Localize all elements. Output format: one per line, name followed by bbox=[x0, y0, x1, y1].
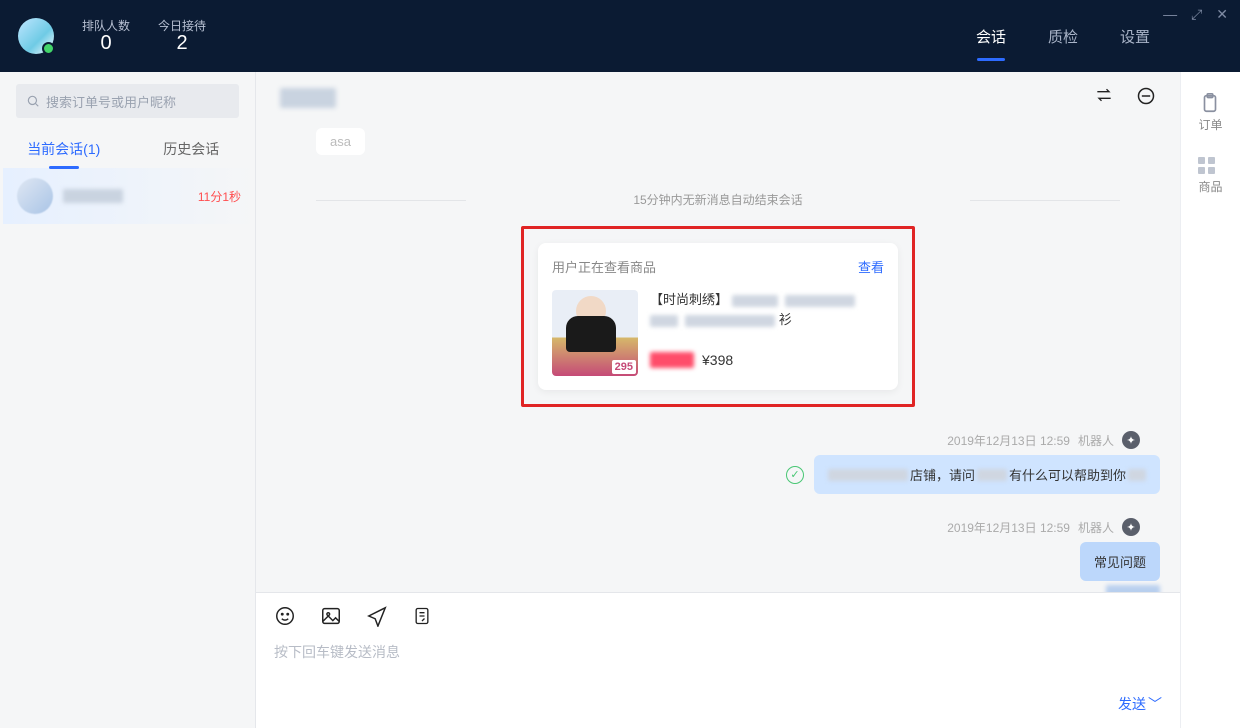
bot-icon: ✦ bbox=[1122, 518, 1140, 536]
sidebar: 搜索订单号或用户昵称 当前会话(1) 历史会话 11分1秒 bbox=[0, 72, 256, 728]
minimize-icon[interactable]: — bbox=[1163, 6, 1177, 23]
tab-chat[interactable]: 会话 bbox=[976, 20, 1006, 53]
product-info: 【时尚刺绣】 衫 ¥398 bbox=[650, 290, 884, 376]
tab-current[interactable]: 当前会话(1) bbox=[0, 130, 128, 168]
send-file-icon[interactable] bbox=[366, 605, 388, 632]
dock-products[interactable]: 商品 bbox=[1198, 157, 1222, 195]
note-icon[interactable] bbox=[412, 605, 432, 632]
chat-panel: asa 15分钟内无新消息自动结束会话 用户正在查看商品 查看 295 bbox=[256, 72, 1180, 728]
message-input[interactable]: 按下回车键发送消息 bbox=[274, 642, 1162, 694]
bot-icon: ✦ bbox=[1122, 431, 1140, 449]
delivered-icon: ✓ bbox=[786, 466, 804, 484]
product-image: 295 bbox=[552, 290, 638, 376]
close-icon[interactable]: ✕ bbox=[1216, 6, 1228, 23]
product-price: ¥398 bbox=[702, 352, 733, 368]
maximize-icon[interactable]: ⤢ bbox=[1191, 6, 1202, 23]
tab-settings[interactable]: 设置 bbox=[1120, 20, 1150, 53]
system-hint: 15分钟内无新消息自动结束会话 bbox=[276, 191, 1160, 208]
faq-bubble[interactable]: 常见问题 bbox=[1080, 542, 1160, 581]
message-meta: 2019年12月13日 12:59 机器人 ✦ bbox=[296, 518, 1140, 536]
composer-toolbar bbox=[274, 605, 1162, 632]
price-tag bbox=[650, 352, 694, 368]
highlight-box: 用户正在查看商品 查看 295 【时尚刺绣】 bbox=[521, 226, 915, 407]
served-value: 2 bbox=[158, 32, 206, 55]
composer: 按下回车键发送消息 发送 ﹀ bbox=[256, 592, 1180, 728]
dock-orders[interactable]: 订单 bbox=[1198, 92, 1222, 133]
conversation-item[interactable]: 11分1秒 bbox=[0, 168, 255, 224]
chevron-down-icon: ﹀ bbox=[1148, 694, 1162, 714]
message-list: asa 15分钟内无新消息自动结束会话 用户正在查看商品 查看 295 bbox=[256, 124, 1180, 592]
chat-header bbox=[256, 72, 1180, 124]
user-message: asa bbox=[316, 128, 365, 155]
tab-history[interactable]: 历史会话 bbox=[128, 130, 256, 168]
send-button[interactable]: 发送 ﹀ bbox=[1118, 694, 1162, 714]
served-stat: 今日接待 2 bbox=[158, 17, 206, 55]
agent-avatar[interactable] bbox=[18, 18, 54, 54]
chat-title bbox=[280, 88, 336, 108]
window-buttons: — ⤢ ✕ bbox=[1163, 6, 1228, 23]
emoji-icon[interactable] bbox=[274, 605, 296, 632]
product-card[interactable]: 用户正在查看商品 查看 295 【时尚刺绣】 bbox=[538, 243, 898, 390]
search-placeholder: 搜索订单号或用户昵称 bbox=[46, 92, 176, 111]
search-input[interactable]: 搜索订单号或用户昵称 bbox=[16, 84, 239, 118]
queue-value: 0 bbox=[82, 32, 130, 55]
card-view-link[interactable]: 查看 bbox=[858, 257, 884, 276]
image-icon[interactable] bbox=[320, 605, 342, 632]
customer-avatar bbox=[17, 178, 53, 214]
bot-greeting: 店铺，请问 有什么可以帮助到你 bbox=[814, 455, 1160, 494]
product-title: 【时尚刺绣】 衫 bbox=[650, 290, 884, 330]
transfer-icon[interactable] bbox=[1094, 86, 1114, 111]
customer-name bbox=[63, 189, 123, 203]
main-tabs: 会话 质检 设置 bbox=[976, 20, 1150, 53]
wait-time: 11分1秒 bbox=[198, 188, 241, 205]
search-icon bbox=[26, 94, 40, 108]
tab-qc[interactable]: 质检 bbox=[1048, 20, 1078, 53]
app-header: 排队人数 0 今日接待 2 会话 质检 设置 — ⤢ ✕ bbox=[0, 0, 1240, 72]
conversation-tabs: 当前会话(1) 历史会话 bbox=[0, 130, 255, 168]
end-session-icon[interactable] bbox=[1136, 86, 1156, 111]
right-dock: 订单 商品 bbox=[1180, 72, 1240, 728]
product-badge: 295 bbox=[612, 360, 636, 374]
queue-stat: 排队人数 0 bbox=[82, 17, 130, 55]
message-meta: 2019年12月13日 12:59 机器人 ✦ bbox=[296, 431, 1140, 449]
chat-header-actions bbox=[1094, 86, 1156, 111]
grid-icon bbox=[1198, 157, 1222, 174]
card-title: 用户正在查看商品 bbox=[552, 257, 656, 276]
clipboard-icon bbox=[1199, 92, 1221, 114]
